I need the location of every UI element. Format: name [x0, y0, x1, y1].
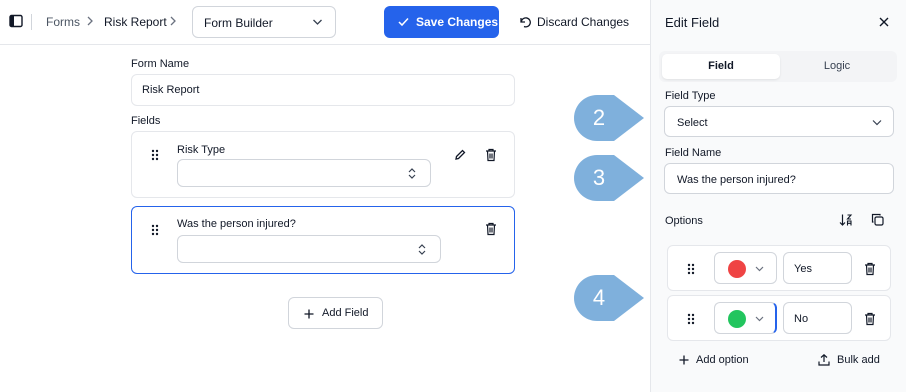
color-swatch [728, 310, 746, 328]
plus-icon [679, 355, 689, 365]
color-swatch [728, 260, 746, 278]
form-name-label: Form Name [131, 58, 190, 70]
field-type-label: Field Type [665, 90, 716, 102]
drag-handle-icon[interactable] [687, 313, 695, 325]
field-type-select[interactable]: Select [664, 106, 894, 137]
chevron-right-icon [170, 16, 176, 26]
sidebar-toggle-icon[interactable] [9, 14, 23, 28]
view-select-value: Form Builder [204, 16, 273, 30]
option-value-input[interactable]: Yes [783, 252, 852, 284]
upload-icon [818, 354, 830, 366]
drag-handle-icon[interactable] [151, 149, 159, 161]
trash-icon[interactable] [864, 312, 876, 326]
discard-changes-button[interactable]: Discard Changes [512, 6, 632, 38]
callout-4: 4 [572, 275, 644, 321]
copy-icon[interactable] [871, 213, 884, 226]
trash-icon[interactable] [864, 262, 876, 276]
field-name-input[interactable]: Was the person injured? [664, 163, 894, 194]
field-name-label: Field Name [665, 147, 722, 159]
field-preview-select[interactable] [177, 235, 441, 263]
save-changes-button[interactable]: Save Changes [384, 6, 499, 38]
panel-tabs: Field Logic [659, 51, 897, 82]
view-select[interactable]: Form Builder [192, 6, 336, 38]
chevron-down-icon [313, 19, 322, 25]
tab-logic[interactable]: Logic [780, 54, 894, 79]
fields-label: Fields [131, 115, 161, 127]
callout-number: 4 [592, 285, 606, 310]
field-name-value: Was the person injured? [677, 174, 796, 186]
chevron-down-icon [872, 120, 882, 126]
discard-changes-label: Discard Changes [537, 15, 630, 29]
save-changes-label: Save Changes [416, 15, 499, 29]
sort-icon[interactable] [839, 213, 853, 227]
pencil-icon[interactable] [454, 148, 466, 162]
trash-icon[interactable] [485, 148, 497, 162]
add-option-label: Add option [696, 354, 749, 366]
edit-field-panel: Edit Field Field Logic Field Type Select… [650, 0, 906, 392]
divider [31, 14, 32, 30]
drag-handle-icon[interactable] [151, 224, 159, 236]
bulk-add-button[interactable]: Bulk add [818, 354, 888, 368]
option-value-input[interactable]: No [783, 302, 852, 334]
panel-title: Edit Field [665, 15, 720, 30]
undo-icon [520, 17, 531, 28]
plus-icon [304, 309, 314, 319]
close-icon[interactable] [879, 17, 889, 27]
toolbar: Forms Risk Report Form Builder Save Chan… [0, 0, 650, 45]
add-field-label: Add Field [322, 307, 369, 319]
breadcrumb-risk-report[interactable]: Risk Report [104, 15, 167, 29]
callout-number: 3 [592, 165, 606, 190]
add-option-button[interactable]: Add option [679, 354, 769, 368]
tab-field[interactable]: Field [662, 54, 780, 79]
option-value: Yes [794, 263, 812, 275]
chevron-down-icon [755, 266, 764, 272]
form-name-value: Risk Report [142, 84, 200, 96]
chevron-right-icon [87, 16, 93, 26]
breadcrumb-forms-link[interactable]: Forms [46, 15, 80, 29]
field-label: Risk Type [177, 144, 226, 156]
option-row: No [667, 295, 891, 341]
bulk-add-label: Bulk add [837, 354, 880, 366]
drag-handle-icon[interactable] [687, 263, 695, 275]
field-type-value: Select [677, 117, 708, 129]
callout-number: 2 [592, 105, 606, 130]
option-row: Yes [667, 245, 891, 291]
field-label: Was the person injured? [177, 218, 296, 230]
field-card-was-person-injured[interactable]: Was the person injured? [131, 206, 515, 274]
add-field-button[interactable]: Add Field [288, 297, 383, 329]
up-down-chevron-icon [418, 244, 426, 255]
callout-2: 2 [572, 95, 644, 141]
trash-icon[interactable] [485, 222, 497, 236]
field-card-risk-type[interactable]: Risk Type [131, 131, 515, 198]
up-down-chevron-icon [408, 168, 416, 179]
option-value: No [794, 313, 809, 325]
option-color-select[interactable] [714, 302, 777, 334]
field-preview-select[interactable] [177, 159, 431, 187]
options-label: Options [665, 215, 703, 227]
option-color-select[interactable] [714, 252, 777, 284]
callout-3: 3 [572, 155, 644, 201]
form-name-input[interactable]: Risk Report [131, 74, 515, 106]
chevron-down-icon [755, 316, 764, 322]
check-icon [398, 17, 409, 27]
